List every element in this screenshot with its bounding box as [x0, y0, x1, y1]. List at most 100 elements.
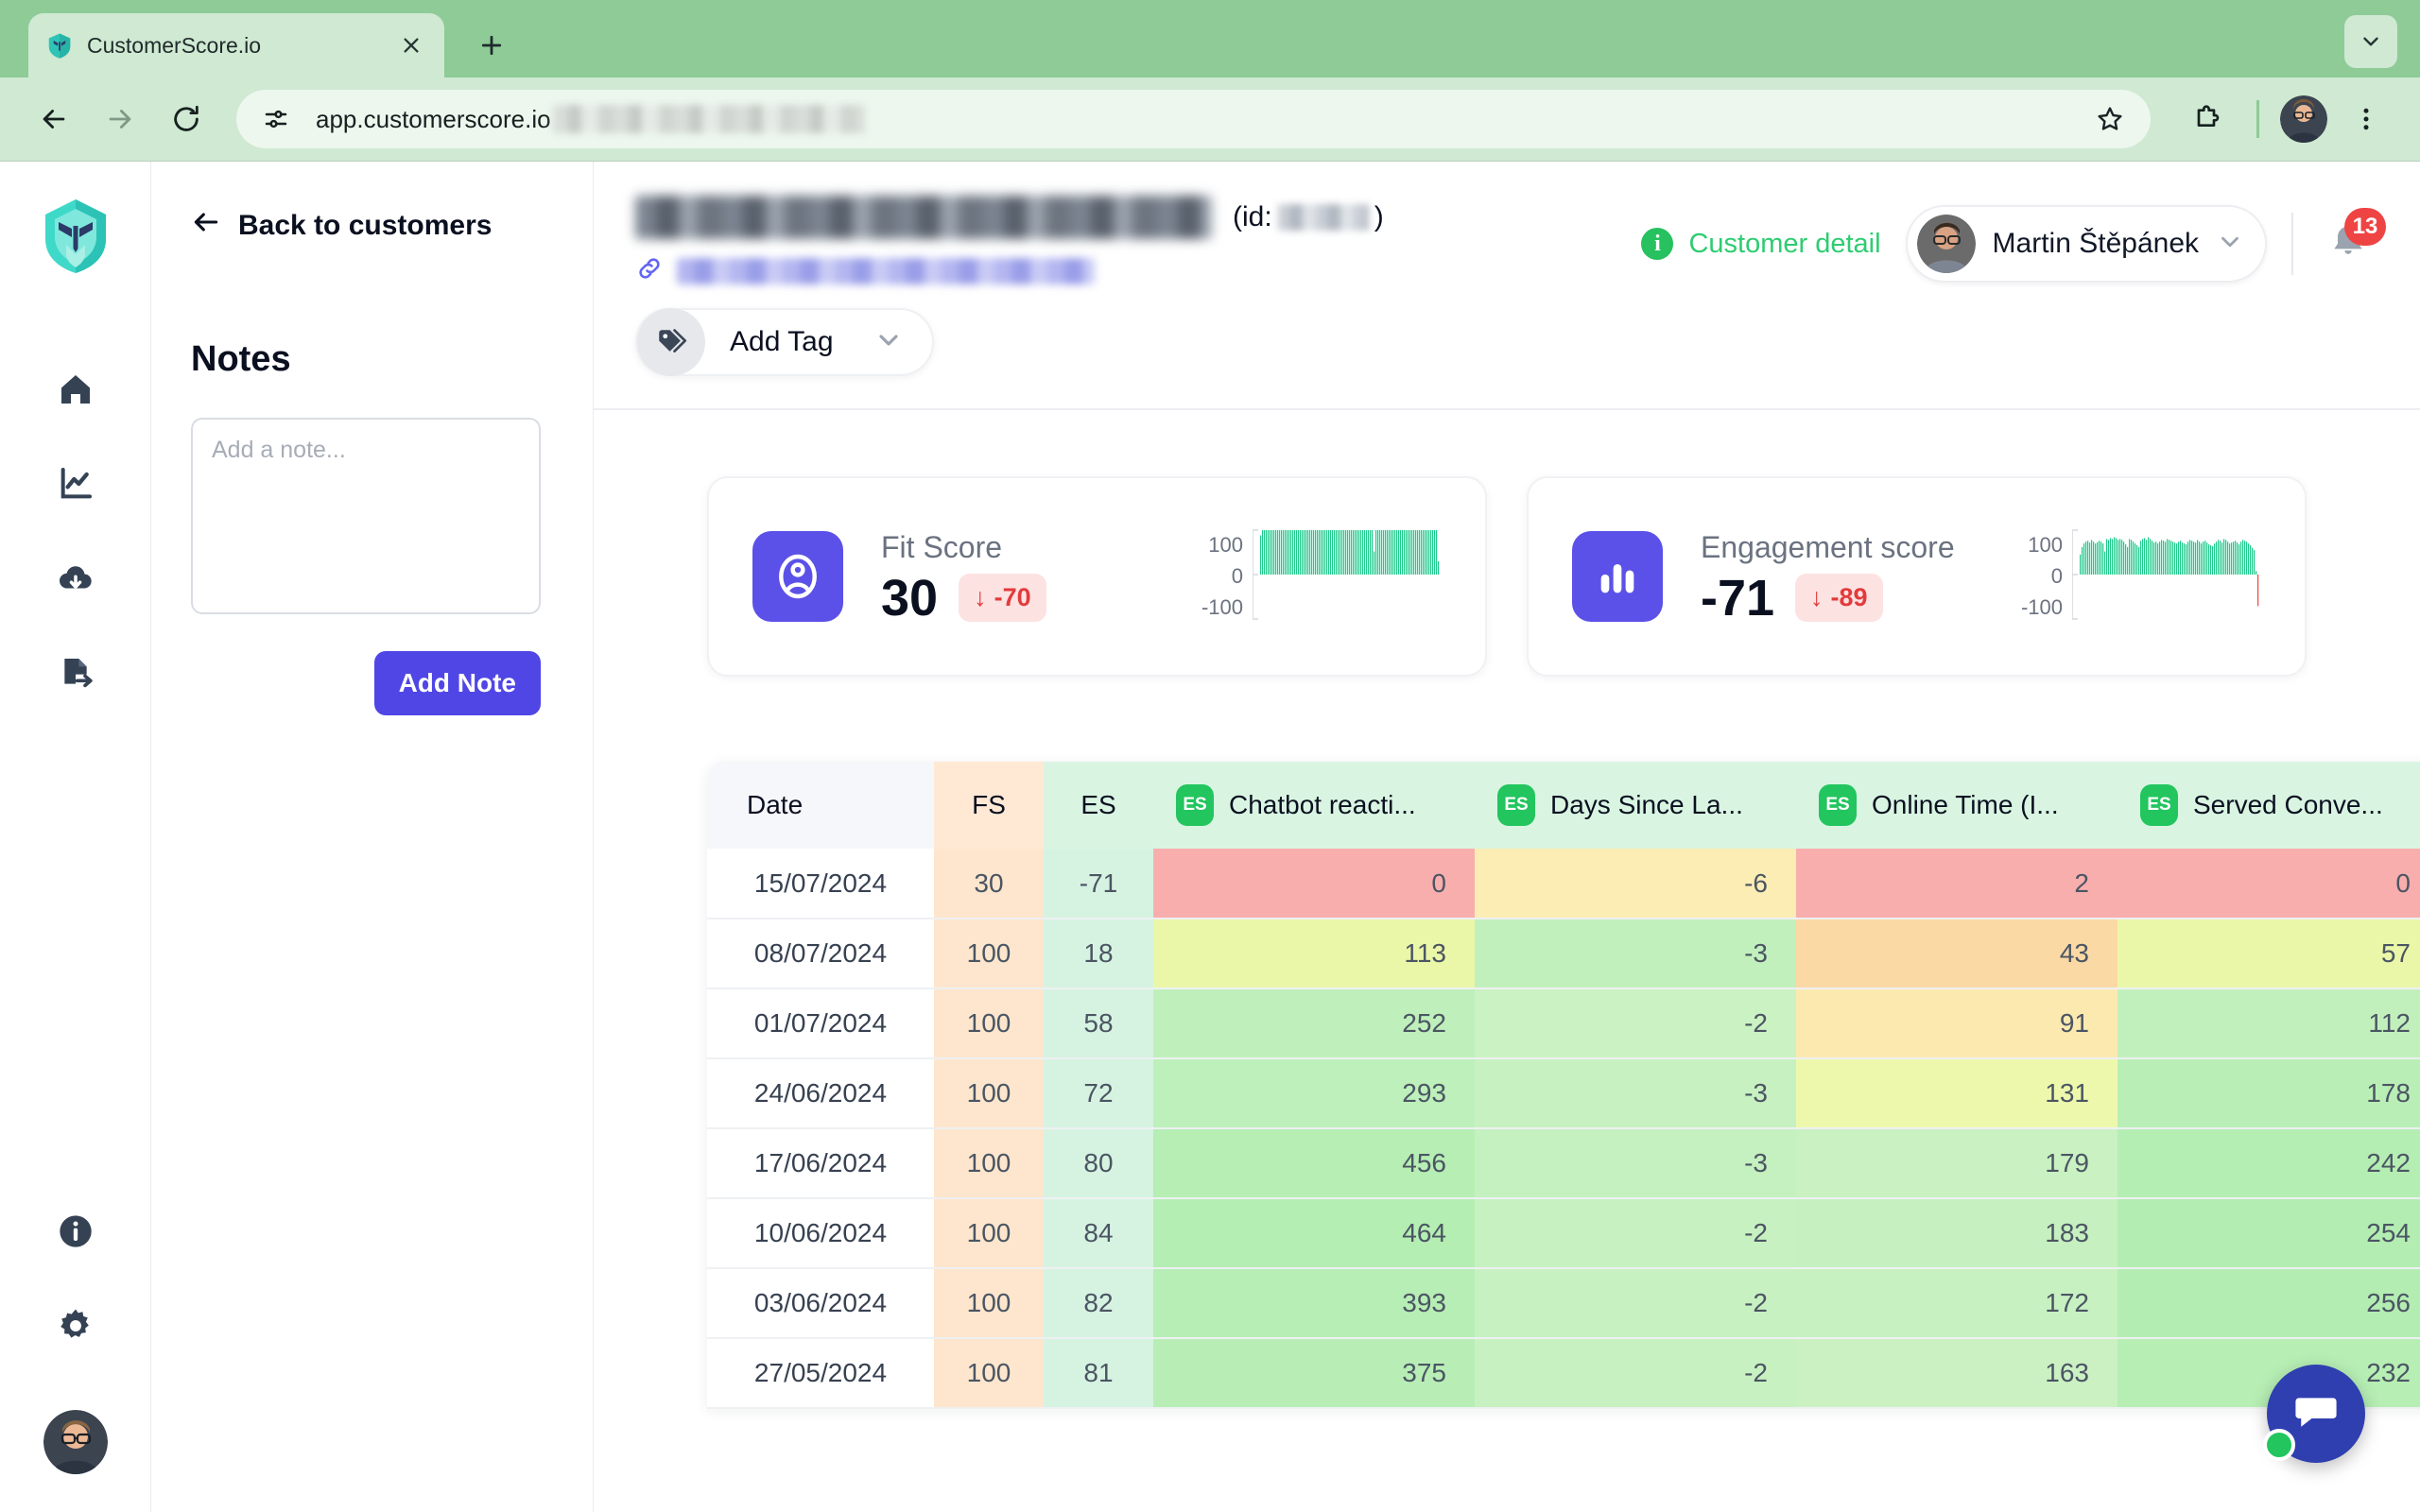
table-header-label: Days Since La... — [1550, 790, 1743, 820]
cell-metric-3: 112 — [2118, 988, 2420, 1058]
app-container: Back to customers Notes Add Note (id: ) — [0, 161, 2420, 1512]
chevron-down-icon — [2216, 228, 2244, 261]
sidebar-item-settings[interactable] — [41, 1293, 111, 1363]
history-table-card: DateFSESESChatbot reacti...ESDays Since … — [707, 762, 2420, 1409]
table-header-metric-5[interactable]: ESOnline Time (I... — [1796, 762, 2118, 849]
history-table-area: DateFSESESChatbot reacti...ESDays Since … — [594, 677, 2420, 1512]
cell-metric-2: 179 — [1796, 1128, 2118, 1198]
add-note-button[interactable]: Add Note — [374, 651, 541, 715]
toolbar-divider — [2256, 100, 2259, 138]
cell-date: 17/06/2024 — [707, 1128, 934, 1198]
cell-metric-1: -2 — [1475, 1198, 1796, 1268]
cell-metric-2: 2 — [1796, 849, 2118, 919]
cell-es: 58 — [1044, 988, 1153, 1058]
back-button[interactable] — [25, 90, 83, 148]
table-header-label: Served Conve... — [2193, 790, 2383, 820]
customer-detail-badge[interactable]: i Customer detail — [1641, 228, 1880, 260]
table-row[interactable]: 01/07/202410058252-291112 — [707, 988, 2420, 1058]
cell-metric-3: 256 — [2118, 1268, 2420, 1338]
cell-metric-1: -3 — [1475, 1128, 1796, 1198]
header-divider — [2291, 213, 2293, 275]
table-row[interactable]: 10/06/202410084464-2183254 — [707, 1198, 2420, 1268]
history-table: DateFSESESChatbot reacti...ESDays Since … — [707, 762, 2420, 1409]
customer-id-redacted — [1278, 204, 1369, 231]
puzzle-piece-icon[interactable] — [2177, 90, 2236, 148]
sidebar-item-imports[interactable] — [41, 545, 111, 615]
engagement-score-chart-holder — [2072, 523, 2261, 631]
note-input[interactable] — [191, 418, 541, 614]
profile-avatar-icon[interactable] — [2280, 95, 2327, 143]
table-row[interactable]: 03/06/202410082393-2172256 — [707, 1268, 2420, 1338]
cell-metric-0: 0 — [1153, 849, 1475, 919]
site-settings-icon[interactable] — [251, 94, 301, 144]
fit-score-value: 30 — [881, 573, 938, 624]
url-text: app.customerscore.io — [316, 105, 865, 134]
user-menu[interactable]: Martin Štěpánek — [1906, 205, 2267, 283]
cell-es: -71 — [1044, 849, 1153, 919]
table-row[interactable]: 08/07/202410018113-34357 — [707, 919, 2420, 988]
table-row[interactable]: 27/05/202410081375-2163232 — [707, 1338, 2420, 1408]
forward-button[interactable] — [91, 90, 149, 148]
fit-score-chart-holder — [1253, 523, 1442, 631]
chat-widget-button[interactable] — [2267, 1365, 2365, 1463]
fit-score-text: Fit Score 30 ↓ -70 — [881, 530, 1046, 624]
sidebar-item-help[interactable] — [41, 1198, 111, 1268]
table-header-es[interactable]: ES — [1044, 762, 1153, 849]
cell-metric-1: -6 — [1475, 849, 1796, 919]
es-badge-icon: ES — [1819, 784, 1857, 826]
arrow-down-icon: ↓ — [974, 583, 987, 612]
sidebar-bottom — [41, 1198, 111, 1512]
header-right: i Customer detail — [1641, 205, 2378, 283]
cell-date: 27/05/2024 — [707, 1338, 934, 1408]
cell-metric-2: 131 — [1796, 1058, 2118, 1128]
customer-id-prefix: (id: — [1233, 201, 1272, 233]
table-row[interactable]: 15/07/202430-710-620 — [707, 849, 2420, 919]
cell-metric-3: 0 — [2118, 849, 2420, 919]
notifications-button[interactable]: 13 — [2318, 214, 2378, 274]
table-header-metric-6[interactable]: ESServed Conve... — [2118, 762, 2420, 849]
cell-metric-3: 57 — [2118, 919, 2420, 988]
axis-tick-top: 100 — [2021, 533, 2063, 558]
cell-fs: 100 — [934, 1198, 1044, 1268]
cell-fs: 100 — [934, 1058, 1044, 1128]
table-header-date[interactable]: Date — [707, 762, 934, 849]
three-dots-icon[interactable] — [2337, 90, 2395, 148]
es-badge-icon: ES — [1497, 784, 1535, 826]
back-to-customers-link[interactable]: Back to customers — [191, 207, 553, 245]
sidebar-item-analytics[interactable] — [41, 451, 111, 521]
table-header-fs[interactable]: FS — [934, 762, 1044, 849]
sidebar-item-home[interactable] — [41, 356, 111, 426]
table-header-metric-4[interactable]: ES Days Since La... — [1475, 762, 1796, 849]
cell-es: 81 — [1044, 1338, 1153, 1408]
cell-es: 18 — [1044, 919, 1153, 988]
cell-metric-3: 242 — [2118, 1128, 2420, 1198]
customerscore-logo-icon[interactable] — [36, 196, 115, 275]
window-menu-button[interactable] — [2344, 15, 2397, 68]
table-header-row: DateFSESESChatbot reacti...ESDays Since … — [707, 762, 2420, 849]
table-row[interactable]: 24/06/202410072293-3131178 — [707, 1058, 2420, 1128]
reload-button[interactable] — [157, 90, 216, 148]
address-bar[interactable]: app.customerscore.io — [236, 90, 2151, 148]
cell-date: 15/07/2024 — [707, 849, 934, 919]
add-tag-control[interactable]: Add Tag — [635, 308, 934, 376]
cell-date: 03/06/2024 — [707, 1268, 934, 1338]
browser-tab[interactable]: CustomerScore.io — [28, 13, 444, 77]
cell-es: 80 — [1044, 1128, 1153, 1198]
browser-window: CustomerScore.io — [0, 0, 2420, 1512]
table-row[interactable]: 17/06/202410080456-3179242 — [707, 1128, 2420, 1198]
new-tab-button[interactable] — [465, 19, 518, 72]
toolbar-right — [2171, 90, 2395, 148]
sidebar-item-exports[interactable] — [41, 640, 111, 710]
table-header-metric-3[interactable]: ESChatbot reacti... — [1153, 762, 1475, 849]
star-icon[interactable] — [2084, 94, 2135, 145]
cell-metric-2: 91 — [1796, 988, 2118, 1058]
close-icon[interactable] — [395, 29, 427, 61]
cell-fs: 100 — [934, 1338, 1044, 1408]
cell-metric-0: 293 — [1153, 1058, 1475, 1128]
engagement-score-card: Engagement score -71 ↓ -89 100 0 — [1527, 476, 2307, 677]
engagement-score-sparkline: 100 0 -100 — [2021, 523, 2261, 631]
table-header-label: Chatbot reacti... — [1229, 790, 1416, 820]
arrow-left-icon — [191, 207, 221, 245]
add-tag-label: Add Tag — [730, 326, 834, 358]
user-avatar[interactable] — [43, 1410, 108, 1474]
